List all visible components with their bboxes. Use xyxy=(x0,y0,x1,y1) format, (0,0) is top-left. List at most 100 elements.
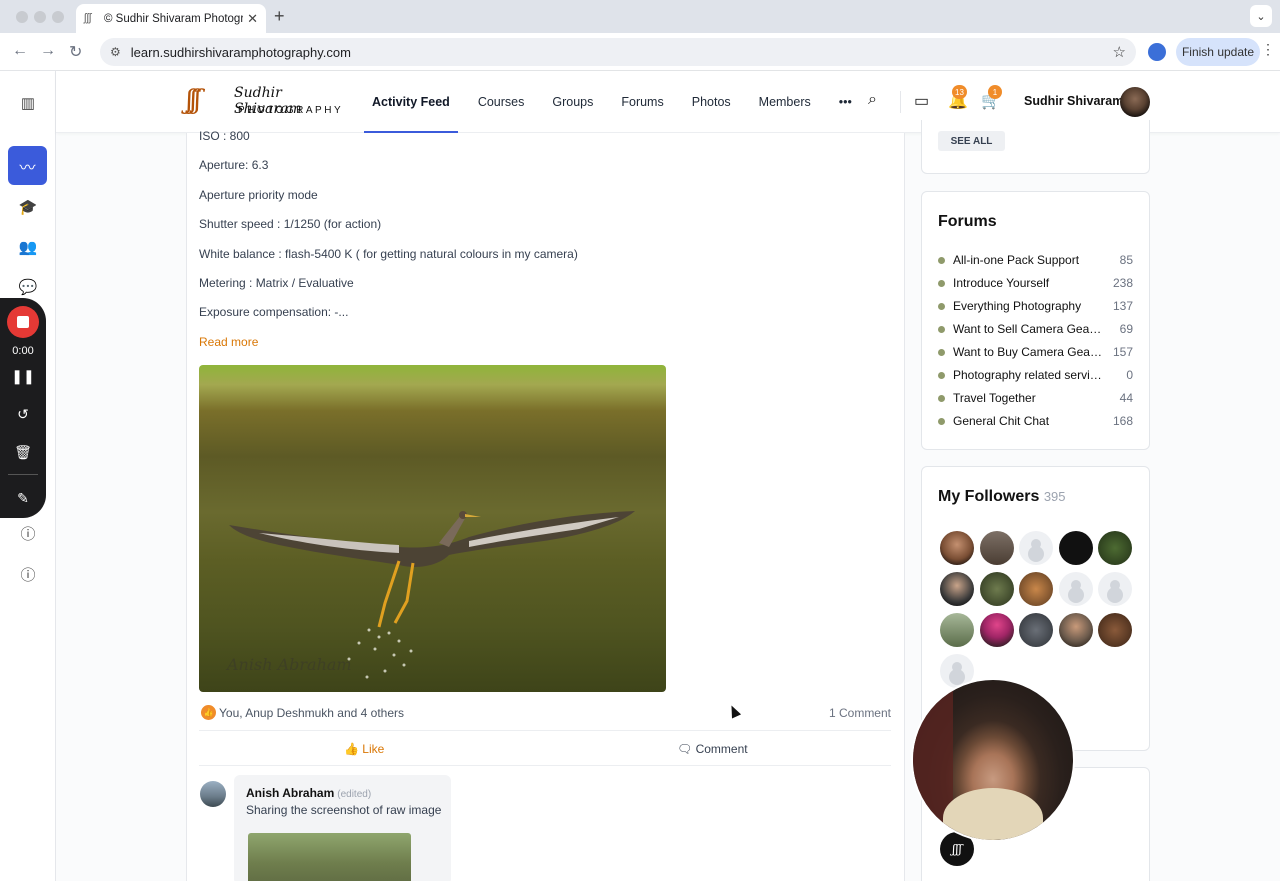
stop-recording-button[interactable] xyxy=(7,306,39,338)
follower-avatar[interactable] xyxy=(940,531,974,565)
site-favicon-icon: ʃʃʃ xyxy=(84,11,92,24)
header-user-name[interactable]: Sudhir Shivaram xyxy=(1024,94,1123,108)
search-icon[interactable]: ⌕ xyxy=(868,91,877,109)
follower-avatar[interactable] xyxy=(1059,531,1093,565)
post-text-line: Exposure compensation: -... xyxy=(199,305,349,319)
followers-title: My Followers 395 xyxy=(938,488,1066,505)
forum-item[interactable]: Photography related services 0 xyxy=(938,367,1133,385)
follower-avatar[interactable] xyxy=(940,572,974,606)
post-text-line: White balance : flash-5400 K ( for getti… xyxy=(199,247,578,261)
forum-item[interactable]: General Chit Chat 168 xyxy=(938,413,1133,431)
forward-arrow-icon[interactable]: → xyxy=(40,42,56,60)
window-zoom-button[interactable] xyxy=(52,11,64,23)
tab-close-icon[interactable]: ✕ xyxy=(247,11,258,27)
post-actions-row: 👍 Like 🗨 Comment xyxy=(199,730,891,766)
follower-avatar[interactable] xyxy=(980,613,1014,647)
see-all-button[interactable]: SEE ALL xyxy=(938,131,1005,151)
follower-avatar[interactable] xyxy=(1019,531,1053,565)
recording-timer: 0:00 xyxy=(12,345,34,357)
post-text-line: ISO : 800 xyxy=(199,129,250,143)
profile-icon[interactable] xyxy=(1148,43,1166,61)
post-photo-heron[interactable]: Anish Abraham xyxy=(199,365,666,692)
forum-item[interactable]: All-in-one Pack Support 85 xyxy=(938,252,1133,270)
courses-graduation-cap-icon[interactable]: 🎓 xyxy=(18,197,38,217)
follower-avatar[interactable] xyxy=(1059,572,1093,606)
post-text-line: Shutter speed : 1/1250 (for action) xyxy=(199,217,382,231)
window-minimize-button[interactable] xyxy=(34,11,46,23)
forum-item[interactable]: Want to Buy Camera Gear... 157 xyxy=(938,344,1133,362)
forum-item[interactable]: Introduce Yourself 238 xyxy=(938,275,1133,293)
url-bar[interactable]: ⚙ learn.sudhirshivaramphotography.com ☆ xyxy=(100,38,1136,66)
comment-button[interactable]: 🗨 Comment xyxy=(677,742,748,756)
browser-tab[interactable]: ʃʃʃ © Sudhir Shivaram Photograph ✕ xyxy=(76,4,266,33)
site-logo[interactable]: ʃʃʃ Sudhir Shivaram PHOTOGRAPHY xyxy=(186,83,346,121)
follower-avatar[interactable] xyxy=(980,572,1014,606)
back-arrow-icon[interactable]: ← xyxy=(12,42,28,60)
info-icon[interactable]: ⓘ xyxy=(18,523,38,543)
divider xyxy=(8,474,38,475)
follower-avatar[interactable] xyxy=(1019,613,1053,647)
menu-groups[interactable]: Groups xyxy=(552,71,593,133)
forum-item[interactable]: Want to Sell Camera Gear ... 69 xyxy=(938,321,1133,339)
follower-avatar[interactable] xyxy=(1098,572,1132,606)
likes-summary[interactable]: You, Anup Deshmukh and 4 others xyxy=(219,706,404,720)
finish-update-button[interactable]: Finish update xyxy=(1176,38,1260,66)
restart-icon[interactable]: ↺ xyxy=(13,404,33,424)
notifications-badge: 13 xyxy=(952,85,967,99)
menu-photos[interactable]: Photos xyxy=(692,71,731,133)
post-text-line: Metering : Matrix / Evaluative xyxy=(199,276,354,290)
activity-icon[interactable]: 〰 xyxy=(8,146,47,185)
pause-icon[interactable]: ❚❚ xyxy=(11,366,34,386)
follower-avatar[interactable] xyxy=(1098,531,1132,565)
webcam-overlay xyxy=(911,678,1075,842)
forum-item[interactable]: Travel Together 44 xyxy=(938,390,1133,408)
heron-illustration xyxy=(229,511,635,679)
header-user-avatar[interactable] xyxy=(1120,87,1150,117)
forums-title: Forums xyxy=(938,213,997,230)
window-close-button[interactable] xyxy=(16,11,28,23)
comment-bubble: Anish Abraham (edited) Sharing the screen… xyxy=(234,775,451,881)
new-tab-icon[interactable]: + xyxy=(274,6,285,27)
divider xyxy=(900,91,901,113)
browser-menu-icon[interactable]: ⋮ xyxy=(1261,41,1275,58)
comment-text: Sharing the screenshot of raw image xyxy=(246,803,442,817)
forum-item[interactable]: Everything Photography 137 xyxy=(938,298,1133,316)
thumbs-up-icon: 👍 xyxy=(201,705,216,720)
tab-search-chevron-icon[interactable]: ⌄ xyxy=(1250,5,1272,27)
screen-recorder-panel: 0:00 ❚❚ ↺ 🗑 ✎ xyxy=(0,298,46,518)
comment-author[interactable]: Anish Abraham (edited) xyxy=(246,786,371,800)
read-more-link[interactable]: Read more xyxy=(199,335,258,349)
forums-card: Forums All-in-one Pack Support 85 Introdu… xyxy=(921,191,1150,450)
reload-icon[interactable]: ↻ xyxy=(69,42,82,62)
follower-avatar[interactable] xyxy=(1098,613,1132,647)
forums-chat-icon[interactable]: 💬 xyxy=(18,277,38,297)
comment-author-avatar[interactable] xyxy=(200,781,226,807)
menu-members[interactable]: Members xyxy=(759,71,811,133)
follower-avatar[interactable] xyxy=(940,613,974,647)
menu-activity-feed[interactable]: Activity Feed xyxy=(364,71,458,133)
pencil-icon[interactable]: ✎ xyxy=(13,488,33,508)
site-settings-icon[interactable]: ⚙ xyxy=(110,45,121,59)
menu-more-icon[interactable]: ••• xyxy=(839,71,852,133)
comment-label: Comment xyxy=(695,742,748,756)
follower-avatar[interactable] xyxy=(1059,613,1093,647)
main-menu: Activity Feed Courses Groups Forums Phot… xyxy=(364,71,880,133)
menu-courses[interactable]: Courses xyxy=(478,71,525,133)
comments-count[interactable]: 1 Comment xyxy=(829,706,891,720)
follower-avatar[interactable] xyxy=(1019,572,1053,606)
cart-badge: 1 xyxy=(988,85,1002,99)
bookmark-star-icon[interactable]: ☆ xyxy=(1113,43,1126,61)
like-button[interactable]: 👍 Like xyxy=(344,742,384,756)
sidebar-toggle-icon[interactable]: ▥ xyxy=(18,93,38,113)
groups-icon[interactable]: 👥 xyxy=(18,237,38,257)
comment-image[interactable] xyxy=(248,833,411,881)
like-label: Like xyxy=(362,742,385,756)
url-text[interactable]: learn.sudhirshivaramphotography.com xyxy=(131,45,1113,60)
follower-avatar[interactable] xyxy=(980,531,1014,565)
menu-forums[interactable]: Forums xyxy=(621,71,663,133)
inbox-icon[interactable]: ▭ xyxy=(914,91,929,111)
trash-icon[interactable]: 🗑 xyxy=(13,442,33,462)
post-reactions-row: 👍 You, Anup Deshmukh and 4 others 1 Comm… xyxy=(199,704,891,722)
address-toolbar: ← → ↻ ⚙ learn.sudhirshivaramphotography.… xyxy=(0,33,1280,71)
info-icon[interactable]: ⓘ xyxy=(18,564,38,584)
